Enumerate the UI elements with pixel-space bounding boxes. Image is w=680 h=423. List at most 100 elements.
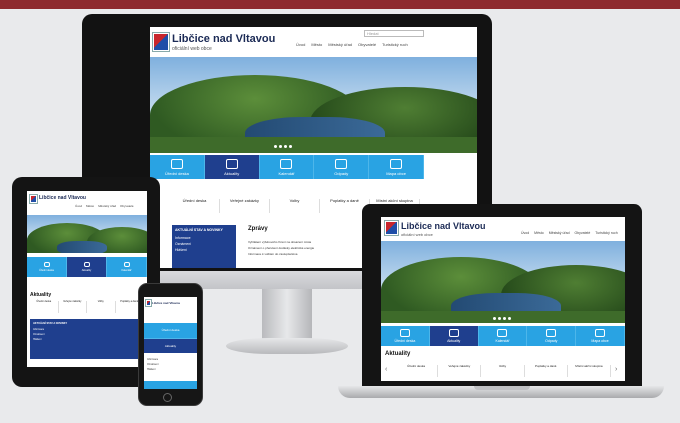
carousel-dots[interactable] [274, 145, 292, 148]
coat-of-arms-logo [30, 195, 37, 203]
tile-notice-board[interactable]: Úřední deska [381, 326, 430, 346]
house-icon [448, 329, 459, 337]
quick-links-bar: Úřední deska Aktuality Kalendář [27, 257, 147, 277]
news-heading: Zprávy [248, 226, 268, 232]
phone-news-list: Informace Oznámení Hlášení [147, 357, 195, 372]
subnav-item-3[interactable]: Volby [87, 300, 116, 313]
secondary-nav: Úřední deska Veřejné zakázky Volby Popla… [395, 364, 612, 377]
chevron-left-icon[interactable]: ‹ [385, 366, 387, 373]
nav-item-home[interactable]: Úvod [521, 231, 529, 235]
nav-item-town[interactable]: Město [86, 204, 94, 208]
nav-item-home[interactable]: Úvod [296, 42, 305, 47]
tile-map[interactable]: Mapa obce [369, 155, 424, 179]
site-title: Libčice nad Vltavou [172, 33, 276, 45]
laptop-screen: Libčice nad Vltavou oficiální web obce Ú… [381, 217, 625, 381]
monitor-stand-base [226, 338, 348, 354]
subnav-item-2[interactable]: Veřejné zakázky [59, 300, 87, 313]
top-banner-stripe [0, 0, 680, 9]
subnav-item-3[interactable]: Volby [270, 198, 320, 213]
site-subtitle: oficiální web obce [401, 232, 433, 237]
tile-news[interactable]: Aktuality [204, 155, 260, 179]
monitor-stand-neck [262, 289, 312, 341]
tile-news[interactable]: Aktuality [67, 257, 107, 277]
nav-item-tourism[interactable]: Turistický ruch [595, 231, 617, 235]
tile-notice-board[interactable]: Úřední deska [144, 323, 197, 339]
nav-item-town[interactable]: Město [534, 231, 544, 235]
nav-item-residents[interactable]: Obyvatelé [575, 231, 591, 235]
panel-item[interactable]: Hlášení [175, 248, 233, 252]
tile-notice-board[interactable]: Úřední deska [27, 257, 67, 277]
coat-of-arms-logo [385, 221, 398, 235]
nav-item-residents[interactable]: Obyvatelé [358, 42, 376, 47]
bell-icon [170, 158, 183, 169]
panel-item[interactable]: Hlášení [33, 338, 135, 341]
nav-item-office[interactable]: Městský úřad [328, 42, 352, 47]
news-panel: AKTUÁLNÍ STAV A NOVINKY Informace Oznáme… [172, 225, 236, 268]
nav-item-home[interactable]: Úvod [75, 204, 82, 208]
house-icon [225, 158, 238, 169]
tile-notice-board[interactable]: Úřední deska [150, 155, 205, 179]
panel-title: AKTUÁLNÍ STAV A NOVINKY [33, 322, 68, 325]
truck-icon [546, 329, 557, 337]
main-nav: Úvod Město Městský úřad Obyvatelé Turist… [296, 42, 408, 47]
subnav-item-3[interactable]: Volby [481, 364, 525, 377]
nav-item-residents[interactable]: Obyvatelé [120, 204, 134, 208]
truck-icon [335, 158, 348, 169]
nav-item-tourism[interactable]: Turistický ruch [382, 42, 408, 47]
main-nav: Úvod Město Městský úřad Obyvatelé [75, 204, 134, 208]
subnav-item-1[interactable]: Úřední deska [395, 364, 439, 377]
bell-icon [399, 329, 410, 337]
quick-links-bar: Úřední deska Aktuality Kalendář Odpady M… [150, 155, 424, 179]
panel-item[interactable]: Oznámení [175, 242, 233, 246]
list-item[interactable]: Hlášení [147, 367, 195, 372]
tile-map[interactable]: Mapa obce [576, 326, 625, 346]
section-heading: Aktuality [30, 292, 52, 298]
tile-news[interactable]: Aktuality [429, 326, 479, 346]
search-input[interactable]: Hledat [364, 30, 424, 37]
book-icon [123, 262, 130, 267]
phone-screen: Libčice nad Vltavou Úřední deska Aktuali… [144, 297, 197, 389]
map-icon [595, 329, 606, 337]
phone-footer-bar [144, 381, 197, 389]
laptop-notch [474, 386, 530, 390]
quick-links-bar: Úřední deska Aktuality [144, 323, 197, 353]
panel-item[interactable]: Informace [175, 236, 233, 240]
chevron-right-icon[interactable]: › [615, 366, 617, 373]
site-title: Libčice nad Vltavou [401, 221, 486, 231]
subnav-item-2[interactable]: Veřejné zakázky [438, 364, 482, 377]
tile-calendar[interactable]: Kalendář [107, 257, 147, 277]
panel-item[interactable]: Informace [33, 328, 135, 331]
subnav-item-1[interactable]: Úřední deska [30, 300, 59, 313]
book-icon [280, 158, 293, 169]
subnav-item-4[interactable]: Poplatky a daně [525, 364, 568, 377]
nav-item-office[interactable]: Městský úřad [549, 231, 570, 235]
subnav-item-2[interactable]: Veřejné zakázky [220, 198, 270, 213]
panel-item[interactable]: Oznámení [33, 333, 135, 336]
section-heading: Aktuality [385, 351, 411, 357]
subnav-item-1[interactable]: Úřední deska [170, 198, 220, 213]
coat-of-arms-logo [153, 33, 169, 51]
nav-item-office[interactable]: Městský úřad [98, 204, 116, 208]
phone-home-button[interactable] [163, 393, 172, 402]
site-title: Libčice nad Vltavou [39, 195, 86, 201]
house-icon [83, 262, 90, 267]
tile-waste[interactable]: Odpady [527, 326, 577, 346]
tablet-screen: Libčice nad Vltavou Úvod Město Městský ú… [27, 191, 147, 367]
subnav-item-5[interactable]: Místní akční skupina [568, 364, 612, 377]
tile-calendar[interactable]: Kalendář [260, 155, 315, 179]
site-title: Libčice nad Vltavou [152, 301, 181, 305]
tile-waste[interactable]: Odpady [314, 155, 370, 179]
site-subtitle: oficiální web obce [172, 46, 212, 52]
tile-calendar[interactable]: Kalendář [479, 326, 528, 346]
carousel-dots[interactable] [493, 317, 511, 320]
hero-landscape-photo [381, 241, 625, 323]
map-icon [390, 158, 403, 169]
secondary-nav: Úřední deska Veřejné zakázky Volby Popla… [30, 300, 144, 313]
bell-icon [43, 262, 50, 267]
tile-news[interactable]: Aktuality [144, 338, 197, 353]
main-nav: Úvod Město Městský úřad Obyvatelé Turist… [521, 231, 618, 235]
coat-of-arms-logo [146, 300, 151, 306]
news-panel: AKTUÁLNÍ STAV A NOVINKY Informace Oznáme… [30, 319, 138, 359]
nav-item-town[interactable]: Město [311, 42, 322, 47]
hero-landscape-photo [27, 215, 147, 253]
